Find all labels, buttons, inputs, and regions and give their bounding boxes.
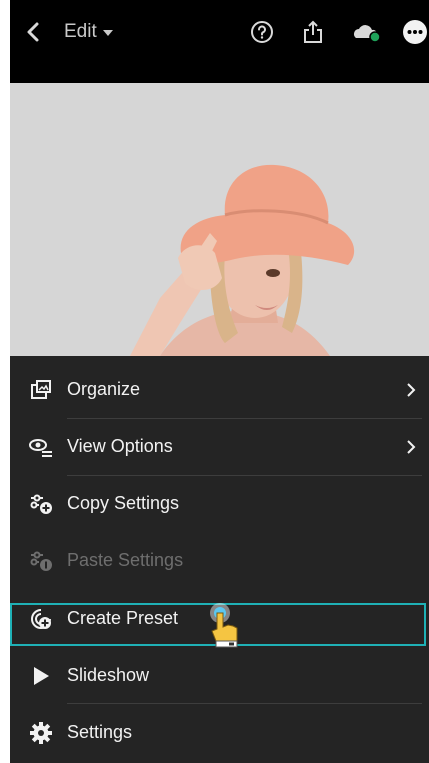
tap-hand-icon bbox=[210, 603, 238, 648]
menu-item-organize[interactable]: Organize bbox=[10, 362, 429, 418]
photo-preview bbox=[10, 83, 429, 356]
back-icon bbox=[27, 22, 39, 42]
edit-mode-label: Edit bbox=[64, 21, 97, 42]
top-toolbar: Edit bbox=[10, 0, 429, 83]
menu-item-paste-settings: Paste Settings bbox=[10, 533, 429, 589]
organize-icon bbox=[31, 380, 51, 399]
chevron-down-icon bbox=[102, 30, 113, 36]
menu-item-label: Copy Settings bbox=[67, 493, 180, 513]
menu-item-label: Settings bbox=[67, 722, 133, 742]
chevron-right-icon bbox=[407, 440, 416, 454]
help-icon bbox=[251, 21, 273, 43]
menu-item-settings[interactable]: Settings bbox=[10, 705, 429, 761]
edit-mode-dropdown[interactable]: Edit bbox=[64, 18, 113, 46]
menu-item-slideshow[interactable]: Slideshow bbox=[10, 648, 429, 704]
menu-item-label: Slideshow bbox=[67, 665, 150, 685]
more-options-button[interactable] bbox=[402, 18, 428, 46]
photo-image bbox=[10, 83, 429, 356]
share-button[interactable] bbox=[302, 18, 324, 46]
menu-item-view-options[interactable]: View Options bbox=[10, 419, 429, 475]
help-button[interactable] bbox=[250, 18, 274, 46]
actions-menu: Organize View Options Copy Settings Past… bbox=[10, 356, 429, 763]
gear-icon bbox=[30, 722, 52, 744]
menu-item-label: View Options bbox=[67, 436, 173, 456]
paste-settings-icon bbox=[30, 551, 52, 571]
share-icon bbox=[304, 20, 322, 43]
cloud-sync-status[interactable] bbox=[352, 18, 382, 46]
view-options-icon bbox=[29, 439, 52, 457]
cloud-sync-icon bbox=[354, 25, 381, 43]
back-button[interactable] bbox=[26, 18, 40, 46]
more-icon bbox=[403, 20, 427, 44]
menu-item-label: Paste Settings bbox=[67, 550, 184, 570]
chevron-right-icon bbox=[407, 383, 416, 397]
menu-item-copy-settings[interactable]: Copy Settings bbox=[10, 476, 429, 532]
play-icon bbox=[34, 667, 49, 685]
copy-settings-icon bbox=[30, 494, 52, 514]
menu-item-label: Organize bbox=[67, 379, 141, 399]
